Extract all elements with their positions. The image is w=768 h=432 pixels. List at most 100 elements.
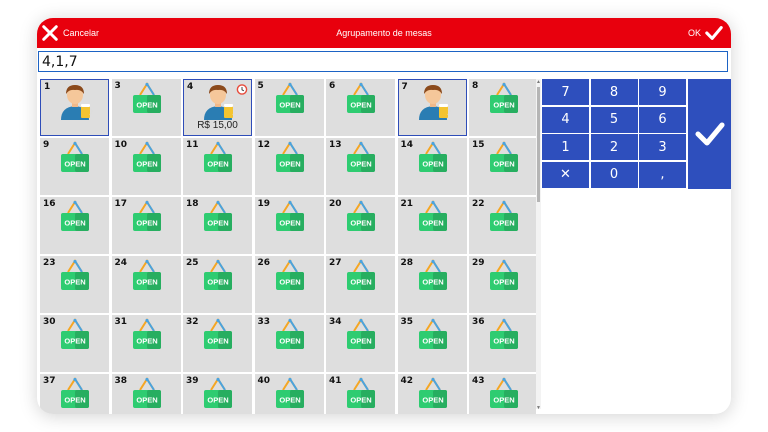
open-label: OPEN (207, 160, 228, 169)
open-sign-icon: OPEN (61, 141, 89, 172)
table-cell[interactable]: 1 (40, 79, 109, 136)
table-cell[interactable]: 32 OPEN (183, 315, 252, 372)
digit-key-3[interactable]: 3 (639, 134, 686, 160)
open-label: OPEN (279, 278, 300, 287)
open-sign-icon: OPEN (275, 318, 304, 349)
open-sign-icon: OPEN (490, 318, 518, 349)
table-cell[interactable]: 8 OPEN (469, 79, 536, 136)
table-cell[interactable]: 4 R$ 15,00 (183, 79, 252, 136)
table-number: 40 (257, 376, 271, 386)
open-sign-icon: OPEN (204, 259, 232, 290)
table-cell[interactable]: 23 OPEN (40, 256, 109, 313)
table-number: 20 (329, 199, 342, 209)
app-window: Cancelar Agrupamento de mesas OK 13OPEN4… (37, 18, 731, 414)
scroll-down-arrow-icon[interactable]: ▼ (536, 405, 541, 411)
open-label: OPEN (493, 101, 514, 110)
table-cell[interactable]: 9 OPEN (40, 138, 109, 195)
open-label: OPEN (350, 337, 371, 346)
tables-input[interactable] (39, 52, 727, 71)
table-cell[interactable]: 7 (397, 79, 467, 136)
open-label: OPEN (136, 337, 157, 346)
table-number: 7 (401, 82, 408, 92)
clear-key[interactable]: ✕ (542, 161, 589, 188)
table-cell[interactable]: 29 OPEN (469, 256, 536, 313)
digit-key-9[interactable]: 9 (639, 79, 686, 105)
open-label: OPEN (64, 278, 85, 287)
table-cell[interactable]: 40 OPEN (254, 374, 324, 414)
open-sign-icon: OPEN (275, 82, 304, 113)
table-cell[interactable]: 33 OPEN (254, 315, 324, 372)
table-cell[interactable]: 22 OPEN (469, 197, 536, 254)
open-sign-icon: OPEN (418, 259, 447, 290)
table-grid: 1 3 OPEN 4 R$ 15,00 5 OPEN 6 OPEN 7 8 OPEN 9 OPEN 10 OP… (40, 79, 536, 414)
table-cell[interactable]: 36 OPEN (469, 315, 536, 372)
open-sign-icon: OPEN (490, 259, 518, 290)
table-cell[interactable]: 43 OPEN (469, 374, 536, 414)
open-sign-icon: OPEN (275, 259, 304, 290)
scroll-up-arrow-icon[interactable]: ▲ (536, 79, 541, 85)
open-label: OPEN (279, 101, 300, 110)
open-label: OPEN (64, 396, 85, 405)
confirm-key[interactable] (688, 79, 731, 189)
open-label: OPEN (136, 160, 157, 169)
table-cell[interactable]: 42 OPEN (397, 374, 467, 414)
open-label: OPEN (136, 396, 157, 405)
table-number: 27 (329, 258, 342, 268)
table-cell[interactable]: 37 OPEN (40, 374, 109, 414)
digit-key-0[interactable]: 0 (590, 161, 638, 188)
digit-key-1[interactable]: 1 (542, 134, 589, 160)
table-cell[interactable]: 10 OPEN (111, 138, 181, 195)
table-cell[interactable]: 16 OPEN (40, 197, 109, 254)
scrollbar-thumb[interactable] (537, 87, 540, 202)
table-cell[interactable]: 3 OPEN (111, 79, 181, 136)
table-total: R$ 15,00 (197, 120, 238, 131)
comma-key[interactable]: , (639, 161, 686, 188)
table-cell[interactable]: 13 OPEN (326, 138, 395, 195)
open-sign-icon: OPEN (418, 200, 447, 231)
digit-key-4[interactable]: 4 (542, 106, 589, 133)
table-number: 38 (114, 376, 128, 386)
table-cell[interactable]: 38 OPEN (111, 374, 181, 414)
table-cell[interactable]: 30 OPEN (40, 315, 109, 372)
table-cell[interactable]: 31 OPEN (111, 315, 181, 372)
table-cell[interactable]: 6 OPEN (326, 79, 395, 136)
table-cell[interactable]: 27 OPEN (326, 256, 395, 313)
open-label: OPEN (350, 278, 371, 287)
open-label: OPEN (350, 219, 371, 228)
table-cell[interactable]: 39 OPEN (183, 374, 252, 414)
table-cell[interactable]: 35 OPEN (397, 315, 467, 372)
grid-scrollbar[interactable] (536, 79, 541, 409)
digit-key-5[interactable]: 5 (590, 106, 638, 133)
table-number: 13 (329, 140, 342, 150)
digit-key-2[interactable]: 2 (590, 134, 638, 160)
table-cell[interactable]: 18 OPEN (183, 197, 252, 254)
table-cell[interactable]: 15 OPEN (469, 138, 536, 195)
timer-icon (236, 84, 248, 95)
open-label: OPEN (279, 396, 300, 405)
table-number: 18 (186, 199, 199, 209)
table-cell[interactable]: 24 OPEN (111, 256, 181, 313)
table-cell[interactable]: 19 OPEN (254, 197, 324, 254)
table-cell[interactable]: 5 OPEN (254, 79, 324, 136)
table-cell[interactable]: 12 OPEN (254, 138, 324, 195)
open-label: OPEN (493, 396, 514, 405)
open-label: OPEN (207, 337, 228, 346)
table-cell[interactable]: 34 OPEN (326, 315, 395, 372)
table-number: 31 (114, 317, 128, 327)
ok-button[interactable]: OK (688, 22, 723, 44)
table-number: 5 (257, 81, 264, 91)
table-cell[interactable]: 20 OPEN (326, 197, 395, 254)
table-cell[interactable]: 17 OPEN (111, 197, 181, 254)
table-cell[interactable]: 28 OPEN (397, 256, 467, 313)
table-cell[interactable]: 11 OPEN (183, 138, 252, 195)
table-cell[interactable]: 25 OPEN (183, 256, 252, 313)
digit-key-7[interactable]: 7 (542, 79, 589, 105)
digit-key-6[interactable]: 6 (639, 106, 686, 133)
digit-key-8[interactable]: 8 (590, 79, 638, 105)
open-label: OPEN (493, 160, 514, 169)
table-cell[interactable]: 41 OPEN (326, 374, 395, 414)
table-number: 8 (472, 81, 479, 91)
table-cell[interactable]: 26 OPEN (254, 256, 324, 313)
table-cell[interactable]: 21 OPEN (397, 197, 467, 254)
table-cell[interactable]: 14 OPEN (397, 138, 467, 195)
